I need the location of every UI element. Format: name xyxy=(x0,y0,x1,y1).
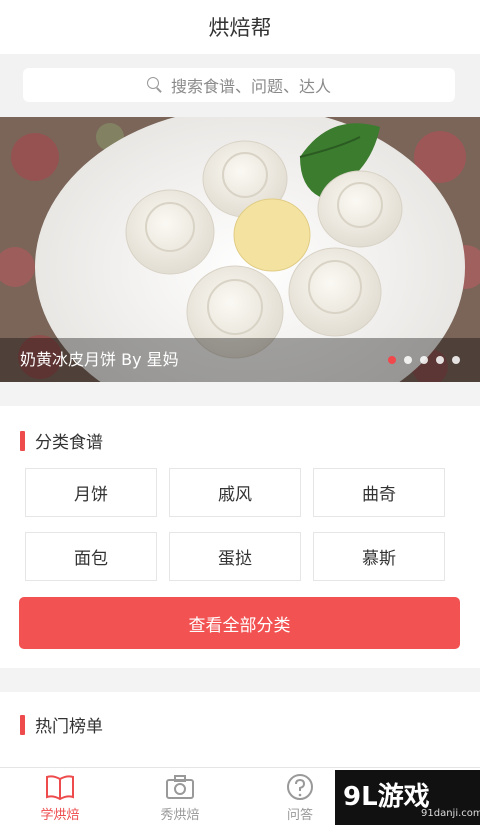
section-marker xyxy=(20,430,25,451)
category-section: 分类食谱 月饼 戚风 曲奇 面包 蛋挞 慕斯 查看全部分类 xyxy=(0,406,480,668)
tab-show-label: 秀烘焙 xyxy=(160,808,200,823)
tab-qa-label: 问答 xyxy=(286,808,313,823)
search-input[interactable]: 搜索食谱、问题、达人 xyxy=(23,68,455,102)
hot-title: 热门榜单 xyxy=(35,717,103,737)
carousel-dot[interactable] xyxy=(404,356,412,364)
search-icon xyxy=(146,77,163,93)
search-placeholder: 搜索食谱、问题、达人 xyxy=(170,77,331,96)
carousel-dot[interactable] xyxy=(452,356,460,364)
tab-learn-label: 学烘焙 xyxy=(40,808,80,823)
page-title: 烘焙帮 xyxy=(208,16,272,40)
hot-section: 热门榜单 xyxy=(0,692,480,772)
category-egg-tart[interactable]: 蛋挞 xyxy=(169,532,301,581)
category-title: 分类食谱 xyxy=(35,433,103,453)
banner-carousel[interactable]: 奶黄冰皮月饼 By 星妈 xyxy=(0,117,480,382)
question-icon xyxy=(287,774,313,800)
tab-show[interactable]: 秀烘焙 xyxy=(120,768,240,825)
hot-header: 热门榜单 xyxy=(20,712,103,737)
site-watermark: 9L游戏 91danji.com xyxy=(335,770,480,825)
watermark-url: 91danji.com xyxy=(421,808,480,819)
carousel-dot[interactable] xyxy=(436,356,444,364)
tab-learn[interactable]: 学烘焙 xyxy=(0,768,120,825)
category-header: 分类食谱 xyxy=(20,428,103,453)
category-cookie[interactable]: 曲奇 xyxy=(313,468,445,517)
carousel-dot[interactable] xyxy=(388,356,396,364)
category-chiffon[interactable]: 戚风 xyxy=(169,468,301,517)
category-grid: 月饼 戚风 曲奇 面包 蛋挞 慕斯 xyxy=(25,468,445,581)
category-bread[interactable]: 面包 xyxy=(25,532,157,581)
category-mousse[interactable]: 慕斯 xyxy=(313,532,445,581)
watermark-logo: 9L游戏 xyxy=(343,782,430,812)
search-area: 搜索食谱、问题、达人 xyxy=(0,54,480,117)
banner-caption: 奶黄冰皮月饼 By 星妈 xyxy=(20,350,179,369)
view-all-categories-button[interactable]: 查看全部分类 xyxy=(19,597,460,649)
category-mooncake[interactable]: 月饼 xyxy=(25,468,157,517)
nav-bar: 烘焙帮 xyxy=(0,0,480,54)
carousel-indicator xyxy=(388,356,460,364)
camera-icon xyxy=(166,775,194,799)
section-marker xyxy=(20,714,25,735)
carousel-dot[interactable] xyxy=(420,356,428,364)
book-icon xyxy=(46,775,74,801)
